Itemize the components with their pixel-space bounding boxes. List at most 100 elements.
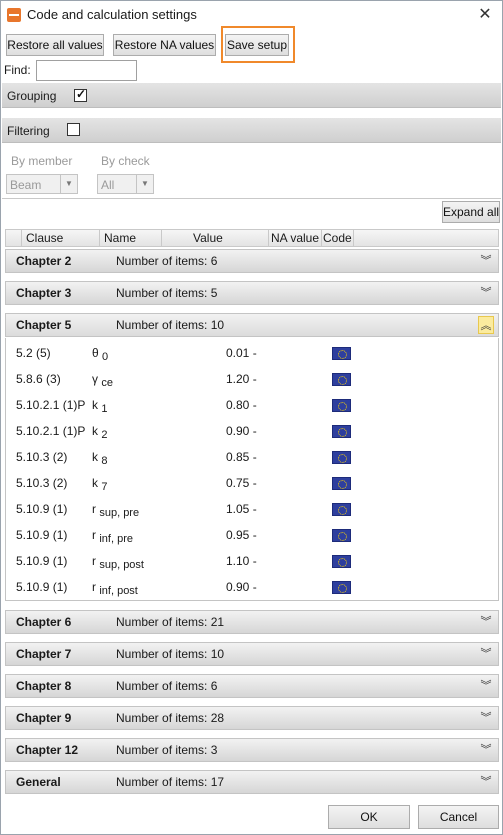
by-member-value: Beam [10,178,42,192]
dialog-footer: OK Cancel [2,801,501,834]
table-row[interactable]: 5.10.9 (1) r inf, pre 0.95 - [6,522,498,548]
column-clause[interactable]: Clause [22,230,100,246]
value-cell[interactable]: 0.90 - [226,580,257,594]
value-cell[interactable]: 1.20 - [226,372,257,386]
column-spacer [6,230,22,246]
chapter-count: Number of items: 17 [116,775,224,789]
subscript: 1 [101,403,108,415]
grouping-checkbox[interactable] [74,87,87,102]
column-value[interactable]: Value [162,230,269,246]
chapter-row[interactable]: Chapter 3 Number of items: 5 ︾ [5,281,499,305]
count-value: 6 [210,254,218,268]
column-header: Clause Name Value NA value Code [5,229,499,247]
clause-cell: 5.10.3 (2) [16,476,68,490]
eu-flag-icon [332,347,351,360]
chapter-count: Number of items: 5 [116,286,217,300]
double-chevron-down-icon[interactable]: ︾ [478,773,494,791]
table-row[interactable]: 5.2 (5) θ 0 0.01 - [6,340,498,366]
table-row[interactable]: 5.8.6 (3) γ ce 1.20 - [6,366,498,392]
close-icon[interactable]: ✕ [474,4,496,26]
symbol: k [92,424,98,438]
double-chevron-down-icon[interactable]: ︾ [478,613,494,631]
double-chevron-down-icon[interactable]: ︾ [478,741,494,759]
grouping-bar: Grouping [2,83,501,108]
count-prefix: Number of items: [116,286,208,300]
value-cell[interactable]: 0.01 - [226,346,257,360]
symbol: r [92,580,96,594]
name-cell: k 2 [92,424,108,441]
double-chevron-up-icon[interactable]: ︽ [478,316,494,334]
double-chevron-down-icon[interactable]: ︾ [478,677,494,695]
name-cell: r inf, pre [92,528,133,545]
chapter-row[interactable]: Chapter 9 Number of items: 28 ︾ [5,706,499,730]
name-cell: θ 0 [92,346,109,363]
count-value: 6 [210,679,218,693]
column-name[interactable]: Name [100,230,162,246]
double-chevron-down-icon[interactable]: ︾ [478,645,494,663]
restore-na-values-button[interactable]: Restore NA values [113,34,216,56]
subscript: 8 [101,455,108,467]
table-row[interactable]: 5.10.9 (1) r sup, pre 1.05 - [6,496,498,522]
subscript: 0 [102,351,109,363]
find-input[interactable] [36,60,137,81]
ok-button[interactable]: OK [328,805,410,829]
subscript: ce [101,377,113,389]
by-member-label: By member [11,154,73,168]
subscript: sup, post [99,559,144,571]
by-check-select[interactable]: All ▼ [97,174,154,194]
value-cell[interactable]: 0.80 - [226,398,257,412]
chapter-row[interactable]: Chapter 7 Number of items: 10 ︾ [5,642,499,666]
chapter-row[interactable]: Chapter 5 Number of items: 10 ︽ [5,313,499,337]
chapter-count: Number of items: 6 [116,679,217,693]
chapter-name: Chapter 12 [16,743,79,757]
column-na-value[interactable]: NA value [269,230,322,246]
eu-flag-icon [332,503,351,516]
table-row[interactable]: 5.10.9 (1) r inf, post 0.90 - [6,574,498,600]
chapter-row[interactable]: Chapter 2 Number of items: 6 ︾ [5,249,499,273]
chapter-row[interactable]: Chapter 8 Number of items: 6 ︾ [5,674,499,698]
restore-all-values-button[interactable]: Restore all values [6,34,104,56]
chapter-name: General [16,775,61,789]
chevron-down-icon: ▼ [60,175,77,193]
chevron-down-icon: ▼ [136,175,153,193]
count-prefix: Number of items: [116,647,208,661]
table-row[interactable]: 5.10.3 (2) k 8 0.85 - [6,444,498,470]
value-cell[interactable]: 0.95 - [226,528,257,542]
double-chevron-down-icon[interactable]: ︾ [478,252,494,270]
chapter-5-items: 5.2 (5) θ 0 0.01 - 5.8.6 (3) γ ce 1.20 -… [5,338,499,601]
count-prefix: Number of items: [116,743,208,757]
double-chevron-down-icon[interactable]: ︾ [478,709,494,727]
table-row[interactable]: 5.10.2.1 (1)P k 2 0.90 - [6,418,498,444]
subscript: 2 [101,429,108,441]
count-prefix: Number of items: [116,679,208,693]
chapter-row[interactable]: Chapter 6 Number of items: 21 ︾ [5,610,499,634]
value-cell[interactable]: 1.10 - [226,554,257,568]
value-cell[interactable]: 0.90 - [226,424,257,438]
count-prefix: Number of items: [116,775,208,789]
count-value: 5 [210,286,218,300]
by-member-select[interactable]: Beam ▼ [6,174,78,194]
double-chevron-down-icon[interactable]: ︾ [478,284,494,302]
filter-divider [2,198,501,199]
expand-all-button[interactable]: Expand all [442,201,500,223]
count-value: 3 [210,743,218,757]
clause-cell: 5.10.9 (1) [16,528,68,542]
eu-flag-icon [332,555,351,568]
value-cell[interactable]: 0.85 - [226,450,257,464]
value-cell[interactable]: 0.75 - [226,476,257,490]
table-row[interactable]: 5.10.2.1 (1)P k 1 0.80 - [6,392,498,418]
count-value: 21 [210,615,225,629]
chapter-name: Chapter 5 [16,318,72,332]
cancel-button[interactable]: Cancel [418,805,499,829]
filtering-checkbox[interactable] [67,123,80,136]
symbol: r [92,502,96,516]
table-row[interactable]: 5.10.3 (2) k 7 0.75 - [6,470,498,496]
chapter-row[interactable]: Chapter 12 Number of items: 3 ︾ [5,738,499,762]
chapter-name: Chapter 2 [16,254,72,268]
value-cell[interactable]: 1.05 - [226,502,257,516]
eu-flag-icon [332,581,351,594]
chapter-count: Number of items: 10 [116,647,224,661]
chapter-row[interactable]: General Number of items: 17 ︾ [5,770,499,794]
column-code[interactable]: Code [322,230,354,246]
table-row[interactable]: 5.10.9 (1) r sup, post 1.10 - [6,548,498,574]
